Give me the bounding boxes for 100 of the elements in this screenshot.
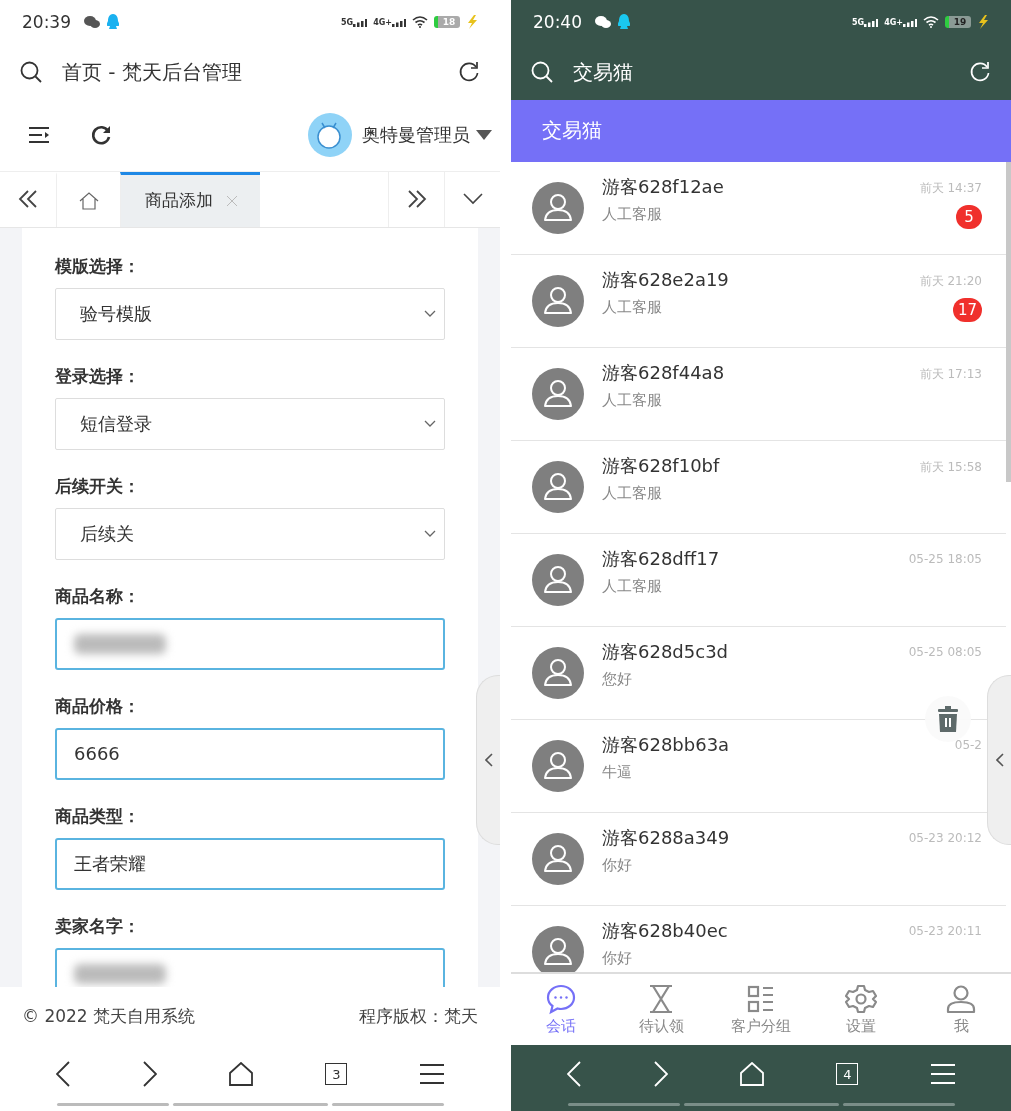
charging-icon bbox=[977, 15, 989, 30]
field-label: 商品类型： bbox=[55, 804, 141, 828]
input-field[interactable]: 王者荣耀 bbox=[55, 837, 445, 890]
visitor-name: 游客628f10bf bbox=[602, 453, 721, 478]
tab-count[interactable]: 4 bbox=[836, 1063, 859, 1086]
avatar-icon bbox=[532, 646, 584, 699]
message-preview: 人工客服 bbox=[602, 297, 663, 317]
status-time: 20:39 bbox=[22, 12, 71, 33]
menu-icon[interactable] bbox=[28, 126, 50, 145]
chevron-icon bbox=[424, 419, 436, 428]
wifi-icon bbox=[923, 16, 939, 29]
avatar-icon bbox=[532, 181, 584, 234]
message-time: 前天 21:20 bbox=[919, 272, 982, 290]
input-field[interactable] bbox=[55, 617, 445, 670]
avatar-icon bbox=[532, 832, 584, 885]
field-label: 模版选择： bbox=[55, 254, 141, 278]
double-chevron-right-icon bbox=[406, 190, 427, 209]
unread-count: 17 bbox=[952, 297, 982, 322]
back-icon[interactable] bbox=[56, 1061, 71, 1088]
chat-icon bbox=[545, 983, 577, 1016]
select-field[interactable]: 后续关 bbox=[55, 507, 445, 560]
select-field[interactable]: 验号模版 bbox=[55, 287, 445, 340]
signal-indicator: 4G+ bbox=[373, 17, 406, 27]
search-icon[interactable] bbox=[20, 61, 42, 84]
visitor-name: 游客628d5c3d bbox=[602, 639, 729, 664]
message-preview: 人工客服 bbox=[602, 204, 663, 224]
field-label: 商品价格： bbox=[55, 694, 141, 718]
status-time: 20:40 bbox=[533, 12, 582, 33]
input-field[interactable]: 6666 bbox=[55, 727, 445, 780]
message-time: 05-23 20:12 bbox=[908, 830, 982, 845]
message-time: 前天 17:13 bbox=[919, 365, 982, 383]
message-time: 05-25 18:05 bbox=[908, 551, 982, 566]
search-icon[interactable] bbox=[531, 61, 553, 84]
message-preview: 您好 bbox=[602, 669, 633, 689]
page-tab[interactable]: 商品添加 bbox=[120, 171, 260, 227]
message-time: 05-2 bbox=[954, 737, 982, 752]
wifi-icon bbox=[412, 16, 428, 29]
battery-indicator: 18 bbox=[434, 16, 460, 29]
message-time: 前天 15:58 bbox=[919, 458, 982, 476]
chat-app-icon bbox=[83, 15, 101, 30]
forward-icon[interactable] bbox=[142, 1061, 157, 1088]
side-handle[interactable] bbox=[476, 674, 500, 845]
message-preview: 人工客服 bbox=[602, 576, 663, 596]
field-label: 卖家名字： bbox=[55, 914, 141, 938]
home-icon[interactable] bbox=[228, 1062, 253, 1087]
chevron-down-icon bbox=[462, 193, 483, 206]
avatar-icon bbox=[532, 739, 584, 792]
signal-indicator: 5G bbox=[852, 17, 879, 27]
avatar-icon bbox=[532, 553, 584, 606]
refresh-icon[interactable] bbox=[969, 61, 991, 84]
app-title: 交易猫 bbox=[542, 117, 602, 145]
visitor-name: 游客628b40ec bbox=[602, 918, 729, 943]
avatar-icon bbox=[532, 274, 584, 327]
chevron-icon bbox=[424, 529, 436, 538]
message-time: 05-25 08:05 bbox=[908, 644, 982, 659]
double-chevron-left-icon bbox=[18, 190, 38, 209]
tab-count[interactable]: 3 bbox=[325, 1063, 348, 1086]
message-time: 05-23 20:11 bbox=[908, 923, 982, 938]
message-preview: 你好 bbox=[602, 948, 633, 968]
menu-icon[interactable] bbox=[419, 1064, 444, 1085]
charging-icon bbox=[466, 15, 478, 30]
message-preview: 你好 bbox=[602, 855, 633, 875]
message-preview: 人工客服 bbox=[602, 390, 663, 410]
field-label: 登录选择： bbox=[55, 364, 141, 388]
refresh-icon[interactable] bbox=[458, 61, 480, 84]
visitor-name: 游客628bb63a bbox=[602, 732, 731, 757]
page-title: 首页 - 梵天后台管理 bbox=[62, 58, 243, 86]
chevron-icon bbox=[424, 309, 436, 318]
penguin-icon bbox=[107, 14, 119, 31]
side-handle[interactable] bbox=[987, 674, 1011, 845]
message-preview: 牛逼 bbox=[602, 762, 633, 782]
battery-indicator: 19 bbox=[945, 16, 971, 29]
message-preview: 人工客服 bbox=[602, 483, 663, 503]
avatar-icon[interactable] bbox=[308, 113, 352, 158]
page-title: 交易猫 bbox=[573, 58, 634, 86]
home-icon bbox=[78, 191, 99, 210]
user-name[interactable]: 奥特曼管理员 bbox=[362, 123, 470, 148]
signal-indicator: 4G+ bbox=[884, 17, 917, 27]
select-field[interactable]: 短信登录 bbox=[55, 397, 445, 450]
visitor-name: 游客628e2a19 bbox=[602, 267, 730, 292]
visitor-name: 游客628f44a8 bbox=[602, 360, 726, 385]
gear-icon bbox=[845, 983, 877, 1016]
trash-icon bbox=[936, 705, 960, 732]
chat-app-icon bbox=[594, 15, 612, 30]
visitor-name: 游客6288a349 bbox=[602, 825, 731, 850]
message-time: 前天 14:37 bbox=[919, 179, 982, 197]
input-field[interactable] bbox=[55, 947, 445, 988]
avatar-icon bbox=[532, 460, 584, 513]
visitor-name: 游客628dff17 bbox=[602, 546, 721, 571]
field-label: 商品名称： bbox=[55, 584, 141, 608]
reload-icon[interactable] bbox=[90, 124, 112, 147]
caret-icon[interactable] bbox=[476, 130, 492, 141]
person-icon bbox=[945, 983, 977, 1016]
signal-indicator: 5G bbox=[341, 17, 368, 27]
rights-text: 程序版权：梵天 bbox=[359, 1004, 478, 1028]
copyright-text: © 2022 梵天自用系统 bbox=[22, 1004, 196, 1028]
visitor-name: 游客628f12ae bbox=[602, 174, 725, 199]
unread-count: 5 bbox=[956, 204, 982, 229]
field-label: 后续开关： bbox=[55, 474, 141, 498]
penguin-icon bbox=[618, 14, 630, 31]
